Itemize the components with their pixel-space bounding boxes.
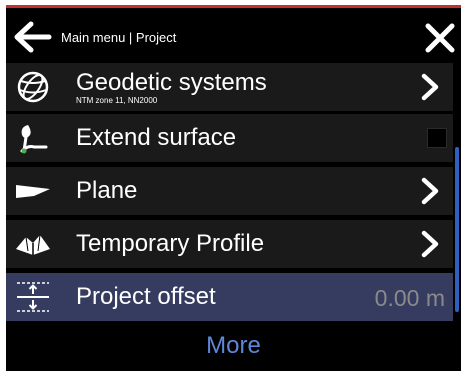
close-icon xyxy=(425,23,455,53)
menu-item-label: Plane xyxy=(76,177,138,204)
chevron-right-icon xyxy=(421,230,439,258)
plane-icon xyxy=(14,173,52,209)
menu-item-extend-surface[interactable]: Extend surface xyxy=(6,114,453,162)
menu-item-geodetic-systems[interactable]: Geodetic systems NTM zone 11, NN2000 xyxy=(6,63,453,111)
scrollbar[interactable] xyxy=(455,147,459,312)
more-button[interactable]: More xyxy=(6,321,461,371)
offset-icon xyxy=(14,279,52,315)
menu-item-label: Geodetic systems xyxy=(76,69,267,96)
extend-surface-icon xyxy=(14,120,52,156)
project-menu-screen: Main menu | Project Geodetic systems NTM… xyxy=(6,5,461,371)
chevron-right-icon xyxy=(421,177,439,205)
globe-icon xyxy=(14,69,52,105)
menu-item-label: Temporary Profile xyxy=(76,230,265,257)
menu-item-temporary-profile[interactable]: Temporary Profile xyxy=(6,220,453,268)
menu-item-label: Extend surface xyxy=(76,124,237,151)
menu-item-project-offset[interactable]: Project offset 0.00 m xyxy=(6,273,453,321)
back-button[interactable] xyxy=(9,17,55,57)
arrow-left-icon xyxy=(14,21,52,53)
chevron-right-icon xyxy=(421,73,439,101)
menu-item-sublabel: NTM zone 11, NN2000 xyxy=(76,96,158,105)
extend-surface-checkbox[interactable] xyxy=(427,128,447,148)
breadcrumb-title: Main menu | Project xyxy=(61,30,177,45)
close-button[interactable] xyxy=(422,19,458,57)
menu-item-label: Project offset xyxy=(76,283,216,310)
offset-value: 0.00 m xyxy=(374,285,445,311)
temporary-profile-icon xyxy=(14,226,52,262)
menu-item-plane[interactable]: Plane xyxy=(6,167,453,215)
header-bar: Main menu | Project xyxy=(6,8,461,63)
